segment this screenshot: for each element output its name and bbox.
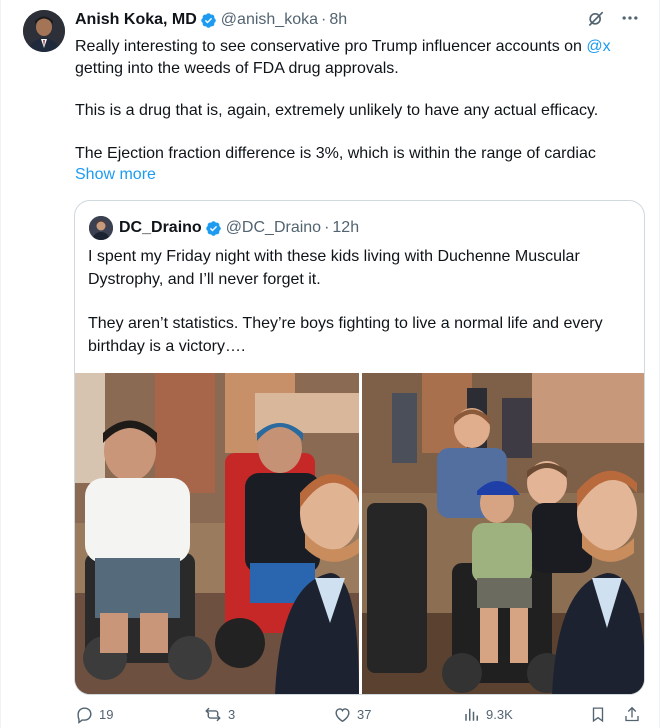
action-bar: 19 3 37 9.3K [75,705,645,727]
post-text-para3: The Ejection fraction difference is 3%, … [75,144,596,162]
repost-button[interactable]: 3 [203,705,235,724]
reply-icon [75,705,94,724]
post-text: Really interesting to see conservative p… [75,36,645,186]
mention-link[interactable]: @x [586,38,610,55]
photo-2[interactable] [362,373,644,694]
views-button[interactable]: 9.3K [463,705,513,723]
bookmark-button[interactable] [589,705,607,724]
quote-verified-badge-icon[interactable] [205,220,222,237]
repost-icon [203,705,223,724]
author-name[interactable]: Anish Koka, MD [75,11,197,29]
show-more-link[interactable]: Show more [75,164,645,186]
quoted-post[interactable]: DC_Draino @DC_Draino · 12h I spent my Fr… [74,200,645,695]
quote-header: DC_Draino @DC_Draino · 12h [119,217,359,239]
repost-count: 3 [228,707,236,722]
quote-time[interactable]: 12h [332,219,359,237]
like-button[interactable]: 37 [333,705,371,724]
grok-icon[interactable] [586,8,606,33]
heart-icon [333,705,352,724]
quote-author-handle[interactable]: @DC_Draino [226,219,321,237]
reply-count: 19 [99,707,114,722]
header-actions [586,9,640,31]
verified-badge-icon[interactable] [200,12,217,29]
views-count: 9.3K [486,706,513,722]
quote-avatar[interactable] [89,216,113,240]
avatar[interactable] [23,10,65,52]
share-button[interactable] [623,705,641,724]
bookmark-icon [589,705,607,724]
quote-text: I spent my Friday night with these kids … [88,246,628,358]
post-time[interactable]: 8h [329,11,347,29]
separator-dot: · [320,11,327,28]
reply-button[interactable]: 19 [75,705,113,724]
quote-text-para2: They aren’t statistics. They’re boys fig… [88,315,603,355]
like-count: 37 [357,707,372,722]
share-icon [623,705,641,724]
views-icon [463,705,481,723]
more-icon[interactable] [620,8,640,33]
post-header: Anish Koka, MD @anish_koka · 8h [75,9,640,31]
post-text-line2: getting into the weeds of FDA drug appro… [75,59,399,77]
frame-border-left [0,0,1,728]
quote-text-para1: I spent my Friday night with these kids … [88,248,580,288]
post-text-para2: This is a drug that is, again, extremely… [75,102,599,119]
post-text-line1: Really interesting to see conservative p… [75,38,587,55]
quote-author-name[interactable]: DC_Draino [119,219,202,237]
photo-1[interactable] [75,373,359,694]
quote-separator-dot: · [324,219,330,236]
author-handle[interactable]: @anish_koka [221,11,318,29]
quote-photos [75,373,644,694]
